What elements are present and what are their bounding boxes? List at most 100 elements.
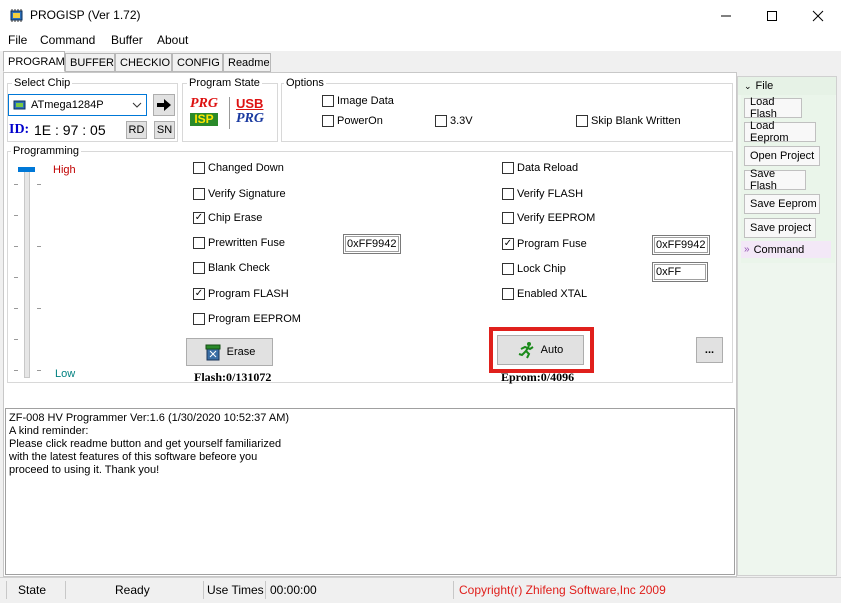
usb-bottom-text: PRG [236,111,264,126]
select-chip-label: Select Chip [12,77,73,89]
lock-chip-input[interactable]: 0xFF [652,262,708,282]
tab-buffer[interactable]: BUFFER [65,53,115,72]
save-eeprom-button[interactable]: Save Eeprom [744,194,820,214]
enabled-xtal-checkbox[interactable] [502,288,514,300]
arrow-right-icon [157,99,171,111]
chevron-down-icon [132,99,142,113]
slider-tick [37,308,41,309]
side-file-header[interactable]: ⌄ File [738,77,836,95]
window-title: PROGISP (Ver 1.72) [30,8,141,22]
save-flash-button[interactable]: Save Flash [744,168,806,192]
logo-divider [229,97,230,129]
tab-readme[interactable]: Readme [223,53,271,72]
slider-tick [14,370,18,371]
open-project-button[interactable]: Open Project [744,146,820,166]
menu-about[interactable]: About [157,33,188,47]
log-output[interactable]: ZF-008 HV Programmer Ver:1.6 (1/30/2020 … [5,408,735,575]
changed-down-label: Changed Down [208,162,284,174]
power-on-checkbox[interactable] [322,115,334,127]
status-ready: Ready [66,581,204,599]
blank-check-checkbox[interactable] [193,262,205,274]
prewritten-fuse-label: Prewritten Fuse [208,237,286,249]
slider-tick [37,246,41,247]
slider-tick [14,215,18,216]
programming-label: Programming [11,145,82,157]
maximize-button[interactable] [749,0,795,31]
usb-top-text: USB [236,96,264,111]
verify-eeprom-checkbox[interactable] [502,212,514,224]
menu-command[interactable]: Command [40,33,95,47]
tab-program[interactable]: PROGRAM [3,51,65,72]
image-data-label: Image Data [337,95,394,107]
chip-go-button[interactable] [153,94,175,116]
tab-checkio[interactable]: CHECKIO [115,53,172,72]
close-button[interactable] [795,0,841,31]
save-project-button[interactable]: Save project [744,218,816,238]
status-time: 00:00:00 [266,581,454,599]
chip-select[interactable]: ATmega1284P [8,94,147,116]
load-flash-button[interactable]: Load Flash [744,96,802,120]
prg-isp-top-text: PRG [190,96,218,111]
chevron-up-icon: ⌄ [744,80,752,91]
program-eeprom-label: Program EEPROM [208,313,301,325]
slider-tick [14,184,18,185]
blank-check-label: Blank Check [208,262,270,274]
prewritten-fuse-checkbox[interactable] [193,237,205,249]
eraser-icon [204,343,222,361]
auto-button[interactable]: Auto [497,335,584,365]
log-line: Please click readme button and get yours… [9,438,282,450]
verify-flash-checkbox[interactable] [502,188,514,200]
speed-slider-track[interactable] [24,170,30,378]
v33-checkbox[interactable] [435,115,447,127]
status-state: State [6,581,66,599]
program-fuse-input[interactable]: 0xFF9942 [652,235,710,255]
program-eeprom-checkbox[interactable] [193,313,205,325]
options-group [281,83,733,142]
chip-erase-label: Chip Erase [208,212,263,224]
log-line: proceed to using it. Thank you! [9,464,160,476]
skip-blank-checkbox[interactable] [576,115,588,127]
program-state-label: Program State [187,77,262,89]
options-label: Options [284,77,326,89]
tab-config[interactable]: CONFIG [172,53,223,72]
v33-label: 3.3V [450,115,473,127]
side-command-header[interactable]: » Command [741,241,831,258]
more-button[interactable]: ... [696,337,723,363]
speed-slider-thumb[interactable] [18,167,35,172]
erase-button-label: Erase [226,346,256,358]
chip-erase-checkbox[interactable]: ✓ [193,212,205,224]
data-reload-checkbox[interactable] [502,162,514,174]
chip-select-value: ATmega1284P [31,99,104,111]
slider-tick [37,184,41,185]
lock-chip-label: Lock Chip [517,263,566,275]
program-fuse-label: Program Fuse [517,238,587,250]
image-data-checkbox[interactable] [322,95,334,107]
program-flash-checkbox[interactable]: ✓ [193,288,205,300]
prg-isp-logo: PRG ISP [190,97,222,131]
verify-signature-checkbox[interactable] [193,188,205,200]
minimize-button[interactable] [703,0,749,31]
menu-buffer[interactable]: Buffer [111,33,143,47]
sn-button[interactable]: SN [154,121,175,139]
close-icon [812,10,824,21]
log-line: A kind reminder: [9,425,89,437]
auto-button-label: Auto [540,344,564,356]
program-fuse-checkbox[interactable]: ✓ [502,238,514,250]
prewritten-fuse-input[interactable]: 0xFF9942 [343,234,401,254]
programming-group [7,151,733,383]
load-eeprom-button[interactable]: Load Eeprom [744,120,816,144]
erase-button[interactable]: Erase [186,338,273,366]
lock-chip-checkbox[interactable] [502,263,514,275]
side-command-header-label: Command [753,243,805,256]
verify-eeprom-label: Verify EEPROM [517,212,596,224]
data-reload-label: Data Reload [517,162,579,174]
menu-file[interactable]: File [8,33,27,47]
slider-tick [14,308,18,309]
status-use-times-label: Use Times [204,581,266,599]
log-line: with the latest features of this softwar… [9,451,258,463]
usb-prg-logo: USB PRG [236,97,272,131]
changed-down-checkbox[interactable] [193,162,205,174]
power-on-label: PowerOn [337,115,383,127]
eprom-info: Eprom:0/4096 [501,370,575,384]
rd-button[interactable]: RD [126,121,147,139]
